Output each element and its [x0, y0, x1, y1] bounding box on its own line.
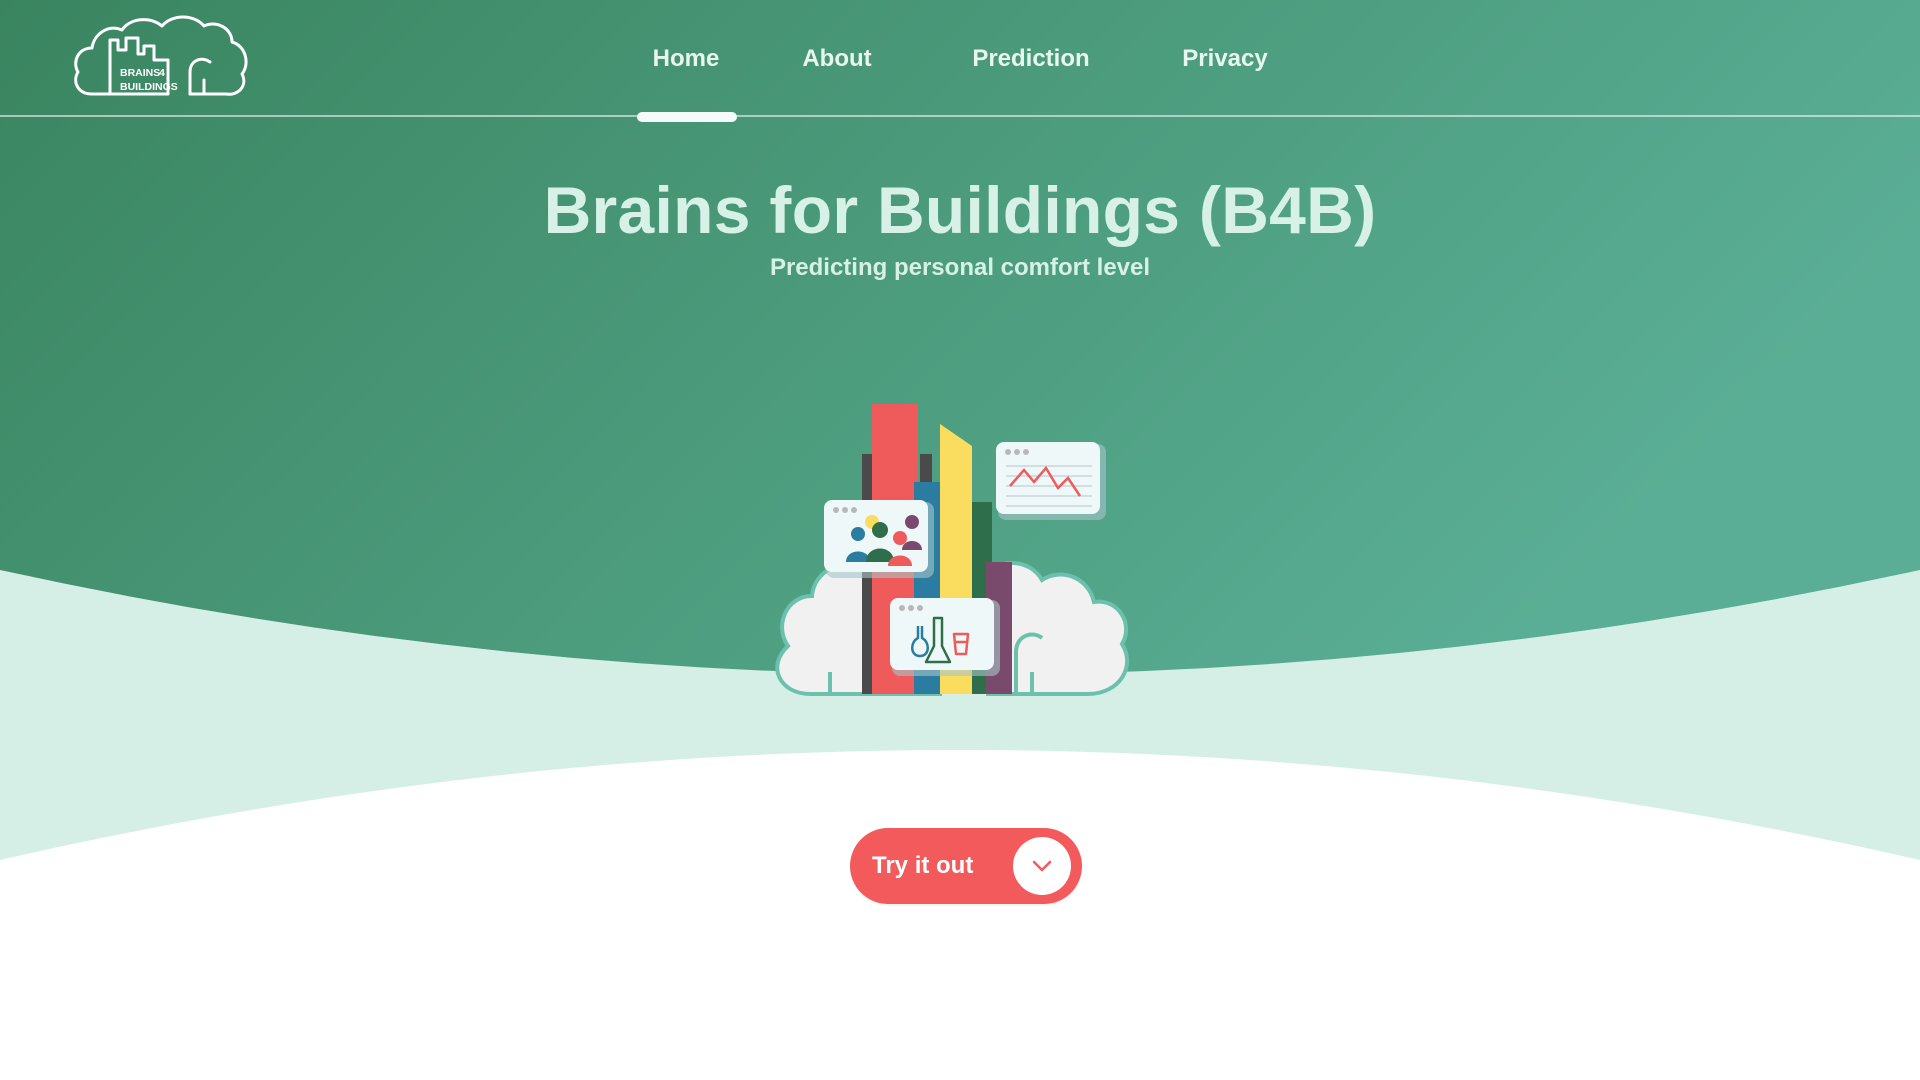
try-it-out-button[interactable]: Try it out — [850, 828, 1082, 904]
page-subtitle: Predicting personal comfort level — [769, 254, 1151, 281]
nav-item-home-label: Home — [652, 44, 720, 72]
top-navigation-bar: BRAINS 4 BUILDINGS Home About Prediction… — [0, 0, 1920, 122]
nav-item-about[interactable]: About — [752, 0, 922, 117]
try-it-out-label: Try it out — [872, 852, 974, 879]
svg-text:BUILDINGS: BUILDINGS — [120, 81, 178, 93]
cta-icon-circle — [1013, 837, 1071, 895]
page-title: Brains for Buildings (B4B) — [543, 173, 1377, 247]
active-tab-indicator — [637, 112, 737, 122]
nav-item-home[interactable]: Home — [620, 0, 752, 122]
chart-card — [996, 442, 1106, 520]
svg-text:4: 4 — [159, 67, 165, 79]
hero-section: BRAINS 4 BUILDINGS Home About Prediction… — [0, 0, 1920, 1080]
main-nav: Home About Prediction Privacy — [620, 0, 1310, 122]
svg-text:BRAINS: BRAINS — [120, 67, 160, 79]
nav-item-prediction[interactable]: Prediction — [922, 0, 1140, 117]
nav-item-prediction-label: Prediction — [972, 44, 1090, 72]
brand-logo[interactable]: BRAINS 4 BUILDINGS — [70, 10, 252, 100]
chevron-down-icon — [1032, 860, 1052, 872]
brain-city-logo-icon: BRAINS 4 BUILDINGS — [74, 15, 248, 96]
nav-item-privacy-label: Privacy — [1182, 44, 1268, 72]
people-card — [824, 500, 934, 578]
brain-buildings-illustration — [770, 390, 1150, 700]
nav-item-about-label: About — [802, 44, 872, 72]
lab-card — [890, 598, 1000, 676]
nav-item-privacy[interactable]: Privacy — [1140, 0, 1310, 117]
